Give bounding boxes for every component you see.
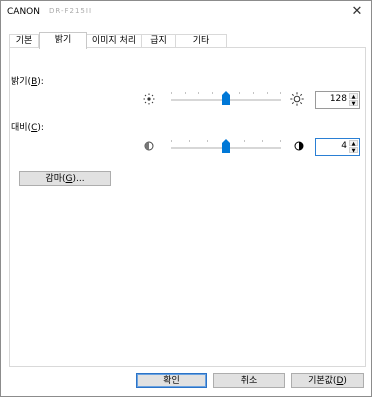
tick (212, 92, 213, 94)
tab-brightness[interactable]: 밝기 (39, 32, 87, 49)
contrast-spin-down-button[interactable]: ▼ (349, 147, 358, 154)
sun-large-icon (290, 92, 304, 106)
tab-image-processing-label: 이미지 처리 (91, 36, 137, 46)
tick (280, 140, 281, 142)
brightness-slider[interactable] (171, 89, 281, 109)
contrast-spin-up-button[interactable]: ▲ (349, 140, 358, 147)
tick (280, 92, 281, 94)
window-title: CANON (7, 7, 40, 17)
contrast-slider-thumb[interactable] (222, 139, 230, 153)
contrast-spinbox[interactable]: 4 ▲ ▼ (315, 138, 360, 156)
brightness-label: 밝기(B): (11, 77, 44, 87)
tick (198, 92, 199, 94)
brightness-spin-down-button[interactable]: ▼ (349, 100, 358, 107)
tick (171, 92, 172, 94)
tick (189, 140, 190, 142)
tick (262, 140, 263, 142)
close-icon: ✕ (351, 4, 363, 19)
tab-other[interactable]: 기타 (175, 34, 227, 48)
tab-brightness-label: 밝기 (54, 35, 72, 45)
half-circle-high-icon (294, 141, 304, 151)
half-circle-low-icon (144, 141, 154, 151)
tick (253, 92, 254, 94)
tab-basic-label: 기본 (15, 36, 33, 46)
tab-feeding-label: 급지 (150, 36, 167, 46)
contrast-label: 대비(C): (11, 123, 44, 133)
tick (239, 92, 240, 94)
tab-bar: 기본 밝기 이미지 처리 급지 기타 (9, 32, 364, 49)
tab-image-processing[interactable]: 이미지 처리 (86, 34, 142, 48)
tab-feeding[interactable]: 급지 (141, 34, 176, 48)
contrast-slider[interactable] (171, 137, 281, 157)
title-bar: CANON DR-F215II ✕ (1, 1, 371, 23)
ok-button[interactable]: 확인 (136, 373, 207, 388)
brightness-spin-up-button[interactable]: ▲ (349, 93, 358, 100)
brightness-panel: 밝기(B): 128 ▲ ▼ 대비(C): 4 ▲ ▼ 감마(G)... (9, 47, 366, 367)
ok-label: 확인 (163, 376, 180, 386)
tab-other-label: 기타 (192, 36, 210, 46)
dialog-window: CANON DR-F215II ✕ 기본 밝기 이미지 처리 급지 기타 밝기(… (0, 0, 372, 397)
sun-small-icon (143, 93, 155, 105)
tick (171, 140, 172, 142)
close-button[interactable]: ✕ (349, 4, 365, 20)
gamma-button[interactable]: 감마(G)... (19, 171, 111, 186)
tick (207, 140, 208, 142)
brightness-slider-thumb[interactable] (222, 91, 230, 105)
window-model: DR-F215II (49, 7, 93, 15)
cancel-label: 취소 (240, 376, 258, 386)
brightness-spinbox[interactable]: 128 ▲ ▼ (315, 91, 360, 109)
brightness-value[interactable]: 128 (330, 94, 347, 104)
tick (185, 92, 186, 94)
tick (267, 92, 268, 94)
cancel-button[interactable]: 취소 (213, 373, 285, 388)
contrast-value[interactable]: 4 (341, 141, 347, 151)
tick (244, 140, 245, 142)
default-button[interactable]: 기본값(D) (291, 373, 364, 388)
tab-basic[interactable]: 기본 (9, 34, 39, 48)
